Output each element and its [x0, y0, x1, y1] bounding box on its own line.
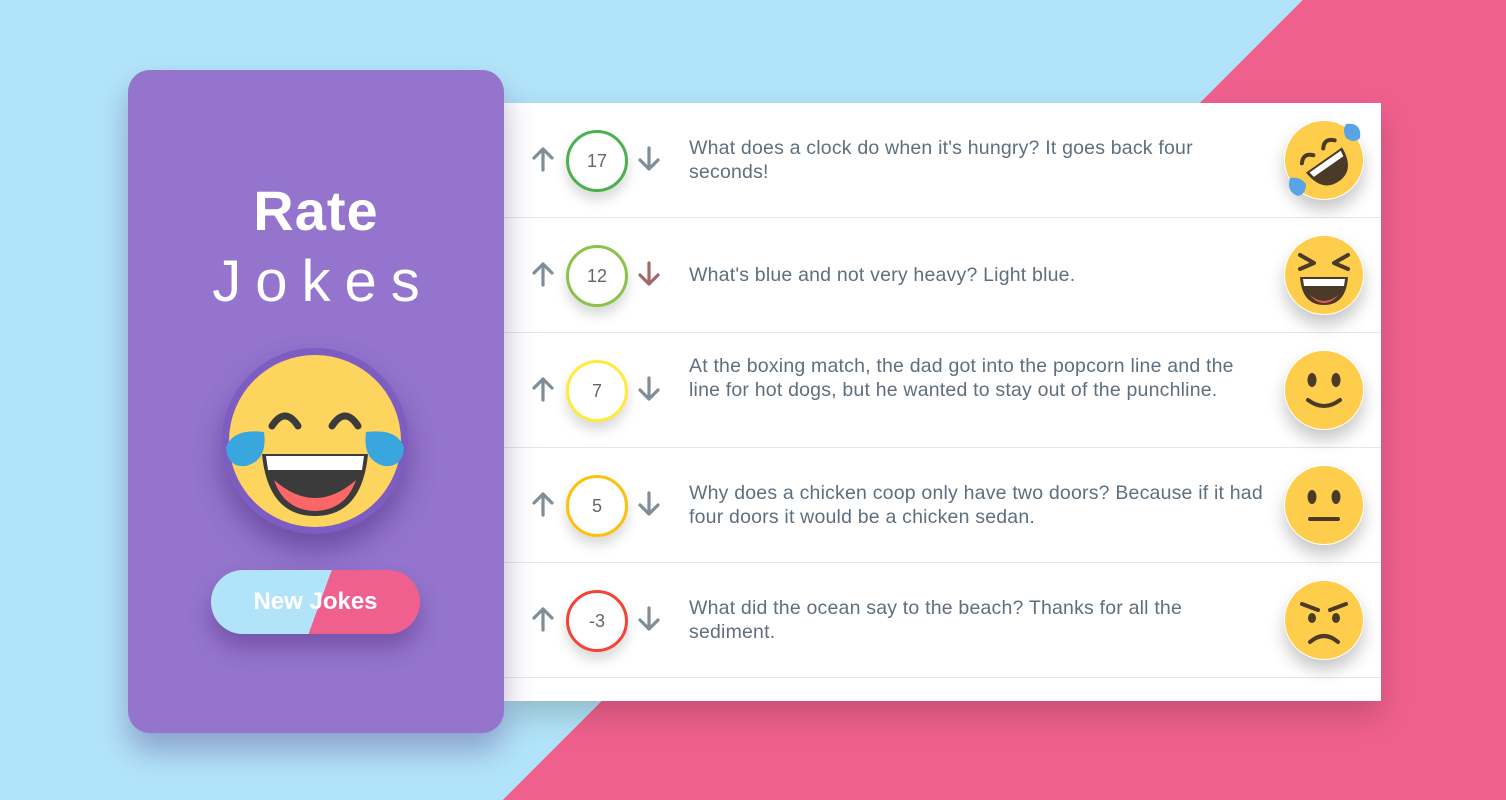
score-badge: 7 [566, 360, 628, 422]
upvote-arrow-icon[interactable] [529, 605, 557, 633]
new-jokes-button[interactable]: New Jokes [211, 570, 420, 634]
upvote-arrow-icon[interactable] [529, 260, 557, 288]
downvote-arrow-icon[interactable] [635, 490, 663, 518]
upvote-arrow-icon[interactable] [529, 145, 557, 173]
score-badge: 5 [566, 475, 628, 537]
joke-row: 5 Why does a chicken coop only have two … [503, 448, 1381, 563]
upvote-arrow-icon[interactable] [529, 490, 557, 518]
joke-text: What did the ocean say to the beach? Tha… [689, 597, 1183, 643]
title-rate: Rate [253, 179, 379, 242]
joke-list: 17 What does a clock do when it's hungry… [503, 103, 1381, 701]
downvote-arrow-icon[interactable] [635, 145, 663, 173]
grinning-squinting-emoji-icon [1284, 235, 1364, 315]
neutral-face-emoji-icon [1284, 465, 1364, 545]
score-badge: 17 [566, 130, 628, 192]
rolling-on-floor-laughing-emoji-icon [1284, 120, 1364, 200]
laughing-tears-emoji-icon [222, 348, 408, 534]
score-badge: -3 [566, 590, 628, 652]
rate-jokes-app: Rate Jokes New Jokes 17 What does a cloc… [0, 0, 1506, 800]
upvote-arrow-icon[interactable] [529, 375, 557, 403]
score-badge: 12 [566, 245, 628, 307]
downvote-arrow-icon[interactable] [635, 375, 663, 403]
angry-face-emoji-icon [1284, 580, 1364, 660]
downvote-arrow-icon[interactable] [635, 605, 663, 633]
joke-text: Why does a chicken coop only have two do… [689, 482, 1263, 528]
joke-row: 12 What's blue and not very heavy? Light… [503, 218, 1381, 333]
joke-text: At the boxing match, the dad got into th… [689, 355, 1234, 401]
joke-row: 17 What does a clock do when it's hungry… [503, 103, 1381, 218]
joke-text: What does a clock do when it's hungry? I… [689, 137, 1193, 183]
joke-text: What's blue and not very heavy? Light bl… [689, 264, 1076, 286]
joke-row: 7 At the boxing match, the dad got into … [503, 333, 1381, 448]
slightly-smiling-emoji-icon [1284, 350, 1364, 430]
joke-row: -3 What did the ocean say to the beach? … [503, 563, 1381, 678]
downvote-arrow-icon[interactable] [635, 260, 663, 288]
sidebar: Rate Jokes New Jokes [128, 70, 504, 733]
title-jokes: Jokes [212, 249, 434, 314]
